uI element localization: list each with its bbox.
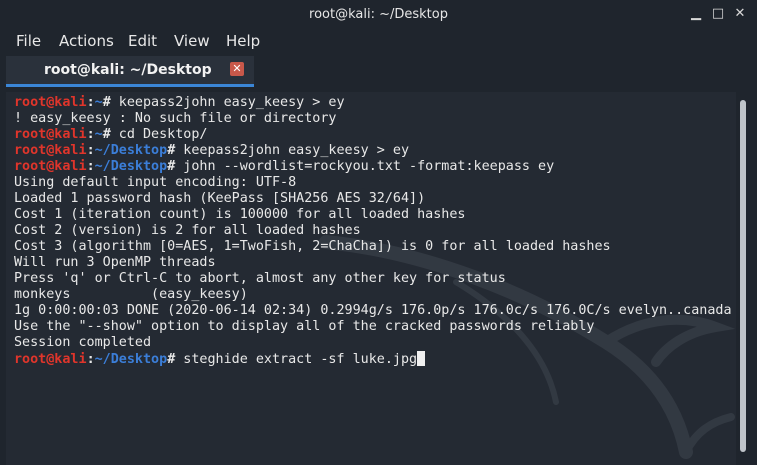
title-bar: root@kali: ~/Desktop ▁ □ ✕: [0, 0, 757, 30]
prompt-path: ~: [94, 95, 103, 110]
prompt-path: ~/Desktop: [94, 159, 168, 174]
command-text: keepass2john easy_keesy > ey: [175, 143, 410, 158]
window-title: root@kali: ~/Desktop: [309, 7, 448, 22]
menu-edit[interactable]: Edit: [128, 32, 157, 50]
output-line: Using default input encoding: UTF-8: [14, 175, 297, 190]
output-line: Session completed: [14, 335, 152, 350]
menu-view[interactable]: View: [174, 32, 210, 50]
output-line: Cost 3 (algorithm [0=AES, 1=TwoFish, 2=C…: [14, 239, 611, 254]
prompt-separator: :: [86, 127, 95, 142]
prompt-line: root@kali:~# cd Desktop/: [14, 127, 732, 143]
output-line: Cost 1 (iteration count) is 100000 for a…: [14, 207, 466, 222]
tab-terminal[interactable]: root@kali: ~/Desktop ✕: [6, 56, 254, 87]
terminal-output: root@kali:~# keepass2john easy_keesy > e…: [14, 95, 732, 367]
tab-bar: root@kali: ~/Desktop ✕: [0, 56, 757, 88]
close-icon[interactable]: ✕: [733, 6, 747, 22]
prompt-path: ~: [94, 127, 103, 142]
prompt-separator: :: [86, 352, 95, 367]
prompt-user: root@kali: [14, 352, 87, 367]
prompt-line: root@kali:~/Desktop# john --wordlist=roc…: [14, 159, 732, 175]
command-text: cd Desktop/: [110, 127, 208, 142]
output-line: 1g 0:00:00:03 DONE (2020-06-14 02:34) 0.…: [14, 303, 732, 318]
menu-actions[interactable]: Actions: [59, 32, 114, 50]
output-line: ! easy_keesy : No such file or directory: [14, 111, 337, 126]
output-line: Use the "--show" option to display all o…: [14, 319, 595, 334]
menu-file[interactable]: File: [16, 32, 41, 50]
prompt-separator: :: [86, 143, 95, 158]
prompt-path: ~/Desktop: [94, 143, 168, 158]
command-text: steghide extract -sf luke.jpg: [175, 352, 418, 367]
text-cursor: [417, 351, 426, 366]
prompt-line: root@kali:~# keepass2john easy_keesy > e…: [14, 95, 732, 111]
menu-help[interactable]: Help: [226, 32, 260, 50]
prompt-separator: :: [86, 95, 95, 110]
output-line: Press 'q' or Ctrl-C to abort, almost any…: [14, 271, 506, 286]
output-line: monkeys (easy_keesy): [14, 287, 248, 302]
scrollbar[interactable]: [740, 100, 746, 452]
prompt-mark: #: [102, 95, 111, 110]
prompt-mark: #: [102, 127, 111, 142]
minimize-icon[interactable]: ▁: [689, 6, 703, 22]
active-tab-indicator: [6, 84, 254, 87]
command-text: john --wordlist=rockyou.txt -format:keep…: [175, 159, 555, 174]
prompt-user: root@kali: [14, 127, 87, 142]
menu-bar: File Actions Edit View Help: [0, 30, 757, 56]
prompt-separator: :: [86, 159, 95, 174]
prompt-path: ~/Desktop: [94, 352, 168, 367]
maximize-icon[interactable]: □: [711, 6, 725, 22]
prompt-user: root@kali: [14, 159, 87, 174]
output-line: Cost 2 (version) is 2 for all loaded has…: [14, 223, 361, 238]
prompt-line: root@kali:~/Desktop# steghide extract -s…: [14, 351, 732, 367]
prompt-line: root@kali:~/Desktop# keepass2john easy_k…: [14, 143, 732, 159]
output-line: Will run 3 OpenMP threads: [14, 255, 216, 270]
terminal-view[interactable]: root@kali:~# keepass2john easy_keesy > e…: [6, 92, 736, 465]
tab-label: root@kali: ~/Desktop: [44, 62, 212, 78]
command-text: keepass2john easy_keesy > ey: [110, 95, 345, 110]
prompt-user: root@kali: [14, 143, 87, 158]
scrollbar-thumb[interactable]: [740, 100, 746, 452]
prompt-user: root@kali: [14, 95, 87, 110]
tab-close-icon[interactable]: ✕: [230, 62, 244, 76]
output-line: Loaded 1 password hash (KeePass [SHA256 …: [14, 191, 426, 206]
